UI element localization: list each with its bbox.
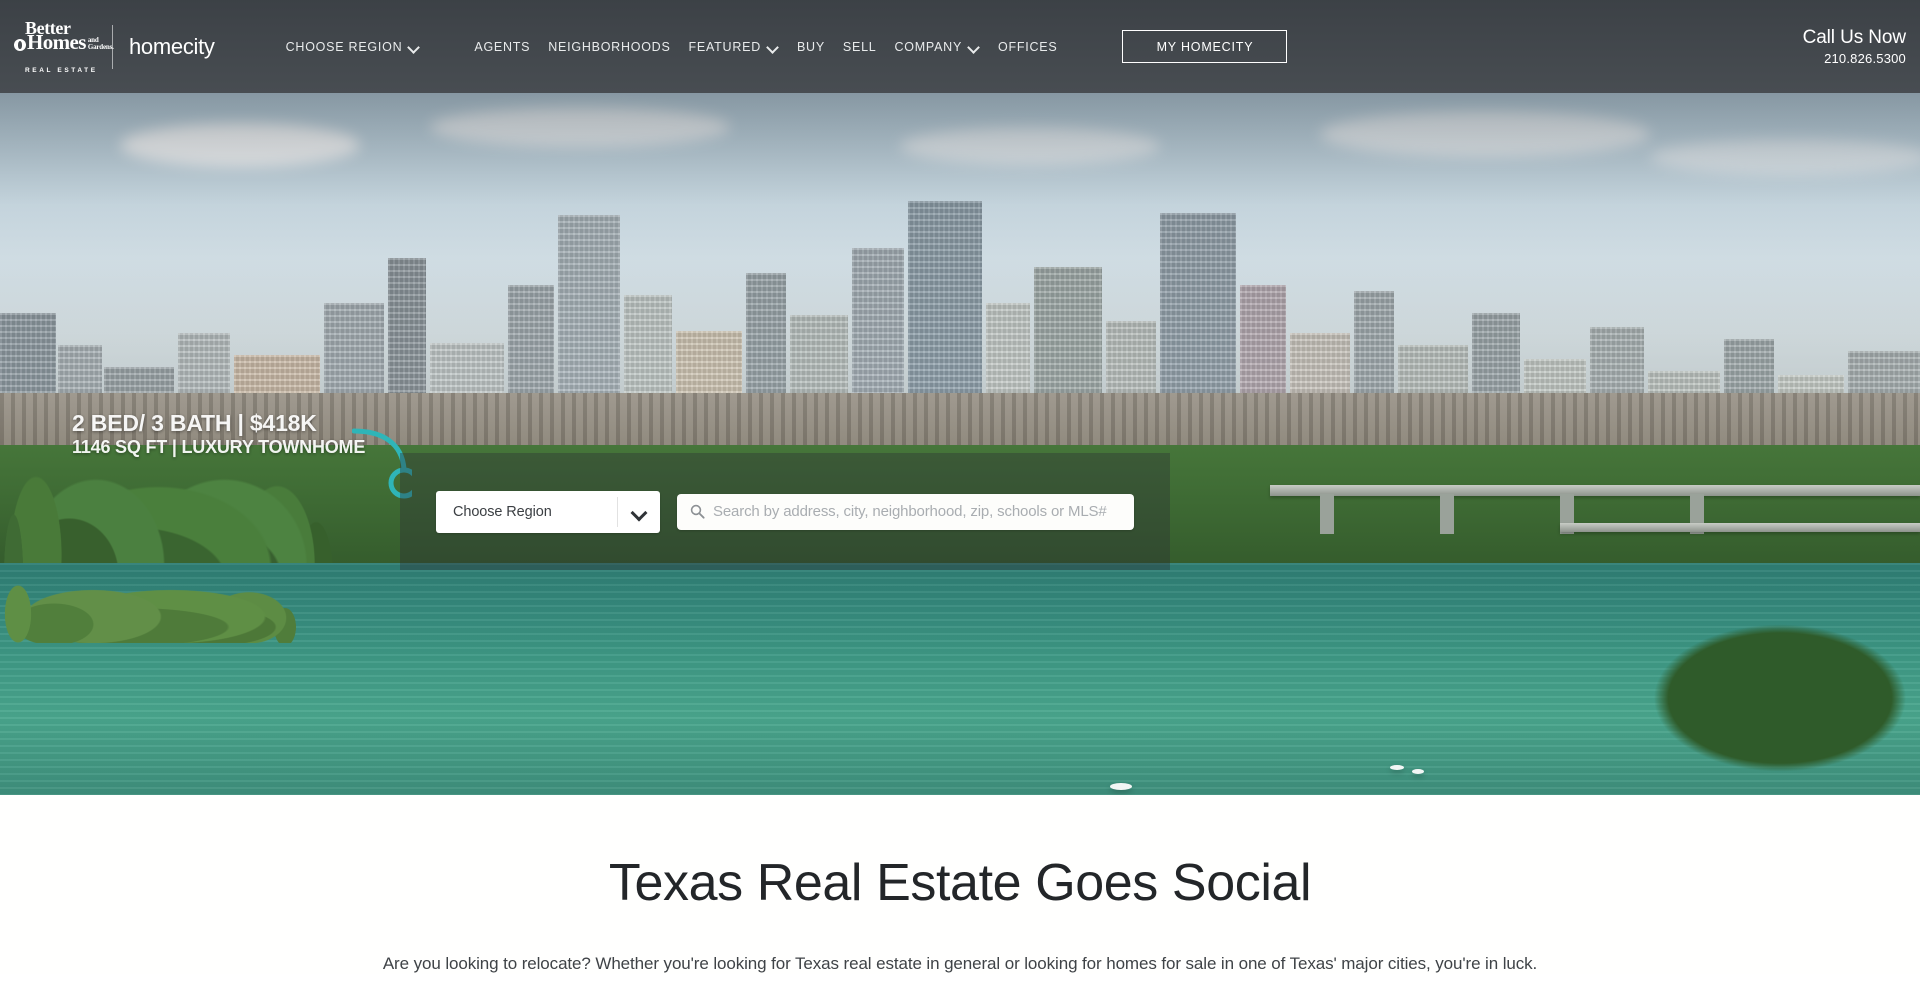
nav-item-label: CHOOSE REGION [285, 39, 403, 54]
nav-item-label: NEIGHBORHOODS [548, 39, 671, 54]
chevron-down-icon [633, 507, 645, 519]
boat [1390, 765, 1404, 770]
bhg-homes-row: Homes and Gardens. [14, 29, 114, 54]
header-inner: Better Homes and Gardens. REAL ESTATE ho… [0, 0, 1920, 93]
site-logo[interactable]: Better Homes and Gardens. REAL ESTATE ho… [14, 19, 215, 75]
site-header: Better Homes and Gardens. REAL ESTATE ho… [0, 0, 1920, 93]
page-title: Texas Real Estate Goes Social [608, 854, 1312, 912]
nav-item-label: OFFICES [998, 39, 1058, 54]
nav-item-sell[interactable]: SELL [834, 0, 886, 93]
bhg-homes-text: Homes [27, 29, 86, 54]
nav-item-company[interactable]: COMPANY [886, 0, 990, 93]
call-us-title: Call Us Now [1802, 27, 1907, 48]
leaf-icon [14, 38, 26, 51]
cloud [1320, 111, 1650, 157]
nav-item-choose-region[interactable]: CHOOSE REGION [277, 0, 430, 93]
intro-paragraph: Are you looking to relocate? Whether you… [382, 954, 1538, 974]
boat [1412, 769, 1424, 774]
nav-item-label: AGENTS [474, 39, 531, 54]
chevron-down-icon [409, 41, 420, 52]
nav-item-neighborhoods[interactable]: NEIGHBORHOODS [539, 0, 679, 93]
region-select[interactable]: Choose Region [436, 490, 660, 533]
nav-item-offices[interactable]: OFFICES [989, 0, 1066, 93]
region-select-divider [617, 496, 618, 527]
region-select-value: Choose Region [453, 503, 552, 520]
nav-item-label: BUY [796, 39, 825, 54]
nav-item-agents[interactable]: AGENTS [465, 0, 539, 93]
foreground-tree [1600, 593, 1920, 795]
boat [1110, 783, 1132, 790]
bhg-and-gardens-text: and Gardens. [87, 35, 114, 51]
bhg-real-estate-text: REAL ESTATE [25, 66, 98, 74]
bhg-brand-mark: Better Homes and Gardens. REAL ESTATE [14, 19, 114, 75]
my-homecity-button[interactable]: MY HOMECITY [1122, 30, 1288, 63]
cloud [1650, 139, 1920, 175]
homecity-wordmark: homecity [129, 33, 215, 59]
search-field-wrapper[interactable] [677, 493, 1134, 530]
chevron-down-icon [969, 41, 980, 52]
call-us-now[interactable]: Call Us Now 210.826.5300 [1802, 26, 1907, 67]
cloud [120, 123, 360, 167]
nav-item-buy[interactable]: BUY [788, 0, 834, 93]
nav-item-label: SELL [842, 39, 877, 54]
search-input[interactable] [677, 493, 1134, 530]
cloud [900, 127, 1160, 165]
cloud [430, 107, 730, 147]
chevron-down-icon [768, 41, 779, 52]
nav-item-featured[interactable]: FEATURED [680, 0, 788, 93]
nav-item-label: FEATURED [688, 39, 761, 54]
nav-item-label: COMPANY [894, 39, 963, 54]
hero-background-video [0, 93, 1920, 795]
main-navigation: CHOOSE REGION AGENTS NEIGHBORHOODS FEATU… [277, 0, 1288, 93]
hero-section: 2 BED/ 3 BATH | $418K 1146 SQ FT | LUXUR… [0, 93, 1920, 795]
search-icon [690, 504, 705, 519]
call-us-phone-number: 210.826.5300 [1824, 50, 1906, 66]
hero-search-panel: Choose Region [400, 453, 1170, 570]
bridge-deck [1270, 485, 1920, 496]
intro-section: Texas Real Estate Goes Social Are you lo… [0, 795, 1920, 975]
